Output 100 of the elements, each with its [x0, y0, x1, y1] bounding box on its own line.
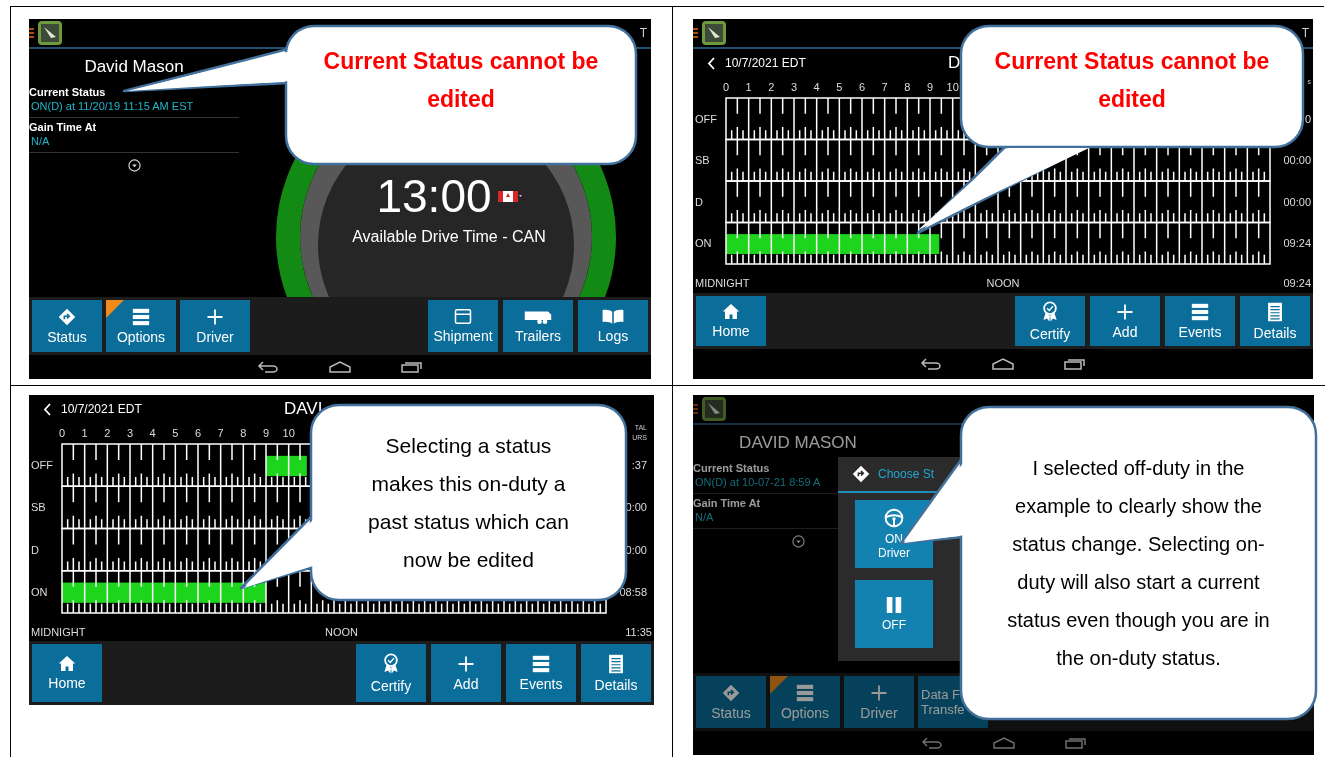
- toolbar-button[interactable]: Trailers: [503, 300, 573, 352]
- direction-sign-icon: [852, 465, 870, 483]
- hour-label: 7: [881, 81, 888, 93]
- axis-label: NOON: [986, 275, 1020, 291]
- hour-label: 6: [194, 427, 202, 439]
- field-value: N/A: [30, 133, 50, 148]
- hour-label: 4: [813, 81, 820, 93]
- menu-icon: [693, 404, 698, 414]
- status-label: SB: [695, 154, 710, 167]
- toolbar-button[interactable]: Home: [696, 296, 766, 346]
- callout-text: I selected off-duty in the example to clearly show the status change. Selecting on-duty will also start a current status even though you are in the on-duty status.: [1006, 456, 1271, 671]
- total-hours: 00:00: [1283, 154, 1311, 167]
- toolbar-button[interactable]: Events: [506, 644, 576, 702]
- pause-icon: [886, 596, 902, 614]
- field-label: Current Status: [29, 84, 106, 99]
- status-label: ON: [695, 237, 712, 250]
- hour-label: 5: [172, 427, 179, 439]
- total-hours: 11:35: [624, 624, 652, 640]
- hour-label: 1: [81, 427, 88, 439]
- status-label: D: [31, 543, 39, 556]
- steering-wheel-icon: [884, 508, 904, 528]
- toolbar-button[interactable]: Status: [696, 676, 766, 728]
- list-icon: [795, 683, 815, 702]
- hour-label: 0: [58, 427, 66, 439]
- toolbar-button[interactable]: Driver: [180, 300, 250, 352]
- document-icon: [608, 653, 624, 674]
- hour-label: 2: [768, 81, 775, 93]
- menu-icon: [693, 28, 698, 38]
- toolbar-button[interactable]: Details: [581, 644, 651, 702]
- app-logo-icon: [701, 20, 727, 46]
- back-icon: [920, 737, 943, 749]
- callout-text: Current Status cannot be edited: [993, 47, 1271, 114]
- toolbar-button[interactable]: Status: [32, 300, 102, 352]
- status-option-button[interactable]: OFF: [855, 580, 933, 648]
- total-hours: 09:24: [1282, 275, 1311, 291]
- callout-text: Current Status cannot be edited: [322, 47, 600, 114]
- driver-name: DAVID MASON: [738, 432, 858, 454]
- toolbar-button[interactable]: Events: [1165, 296, 1235, 346]
- hour-label: 3: [126, 427, 134, 439]
- driver-name: D: [948, 52, 961, 75]
- recents-icon: [1064, 358, 1086, 370]
- status-label: ON: [31, 585, 48, 598]
- toolbar-button[interactable]: Driver: [844, 676, 914, 728]
- toolbar-button[interactable]: Certify: [1015, 296, 1085, 346]
- list-icon: [531, 654, 551, 673]
- menu-icon: [29, 28, 34, 38]
- total-hours: 00:00: [1283, 195, 1311, 208]
- toolbar-button[interactable]: Shipment: [428, 300, 498, 352]
- toolbar-button[interactable]: Options: [106, 300, 176, 352]
- toolbar-button[interactable]: Home: [32, 644, 102, 702]
- ribbon-icon: [1041, 300, 1059, 323]
- app-logo-icon: [701, 396, 727, 422]
- home-icon: [722, 303, 740, 320]
- callout-text: Selecting a status makes this on-duty a past status which can now be edited: [367, 432, 570, 573]
- expand-icon: [127, 158, 141, 172]
- home-icon: [992, 737, 1015, 749]
- hour-label: 9: [262, 427, 270, 439]
- driver-name: DAVI: [284, 398, 323, 421]
- plus-icon: [457, 654, 475, 673]
- toolbar-button[interactable]: Certify: [356, 644, 426, 702]
- log-date: 10/7/2021 EDT: [61, 401, 142, 418]
- toolbar-button[interactable]: Add: [1090, 296, 1160, 346]
- plus-icon: [1116, 302, 1134, 321]
- direction-sign-icon: [722, 683, 740, 702]
- hour-label: 9: [926, 81, 934, 93]
- field-label: Gain Time At: [29, 119, 97, 134]
- log-date: 10/7/2021 EDT: [725, 55, 806, 72]
- status-text: T: [1301, 25, 1309, 42]
- list-icon: [131, 307, 151, 326]
- toolbar-button[interactable]: Details: [1240, 296, 1310, 346]
- app-logo-icon: [37, 20, 63, 46]
- hour-label: 3: [790, 81, 798, 93]
- plus-icon: [206, 307, 224, 326]
- status-text: T: [639, 25, 647, 42]
- toolbar-button[interactable]: Options: [770, 676, 840, 728]
- hour-label: 0: [722, 81, 730, 93]
- total-hours: 09:24: [1283, 237, 1311, 250]
- back-chevron-icon[interactable]: [43, 402, 51, 416]
- recents-icon: [1064, 737, 1087, 749]
- axis-label: NOON: [325, 624, 358, 640]
- status-label: OFF: [31, 459, 53, 472]
- toolbar-button[interactable]: Add: [431, 644, 501, 702]
- hour-label: 6: [858, 81, 866, 93]
- dialog-title: Choose St: [878, 466, 935, 483]
- hour-label: 10: [282, 427, 295, 439]
- expand-icon: [791, 534, 805, 548]
- hour-label: 2: [104, 427, 111, 439]
- hour-label: 8: [240, 427, 247, 439]
- home-icon: [58, 655, 76, 672]
- hour-label: 4: [149, 427, 156, 439]
- back-chevron-icon[interactable]: [707, 56, 715, 70]
- axis-label: MIDNIGHT: [695, 275, 751, 291]
- toolbar-button[interactable]: Logs: [578, 300, 648, 352]
- field-label: Gain Time At: [693, 495, 761, 510]
- time-readout: 13:00: [376, 171, 492, 221]
- field-label: Current Status: [693, 460, 770, 475]
- status-label: SB: [31, 501, 46, 514]
- ribbon-icon: [382, 652, 400, 675]
- total-hours: :37: [631, 459, 647, 472]
- box-icon: [454, 308, 472, 325]
